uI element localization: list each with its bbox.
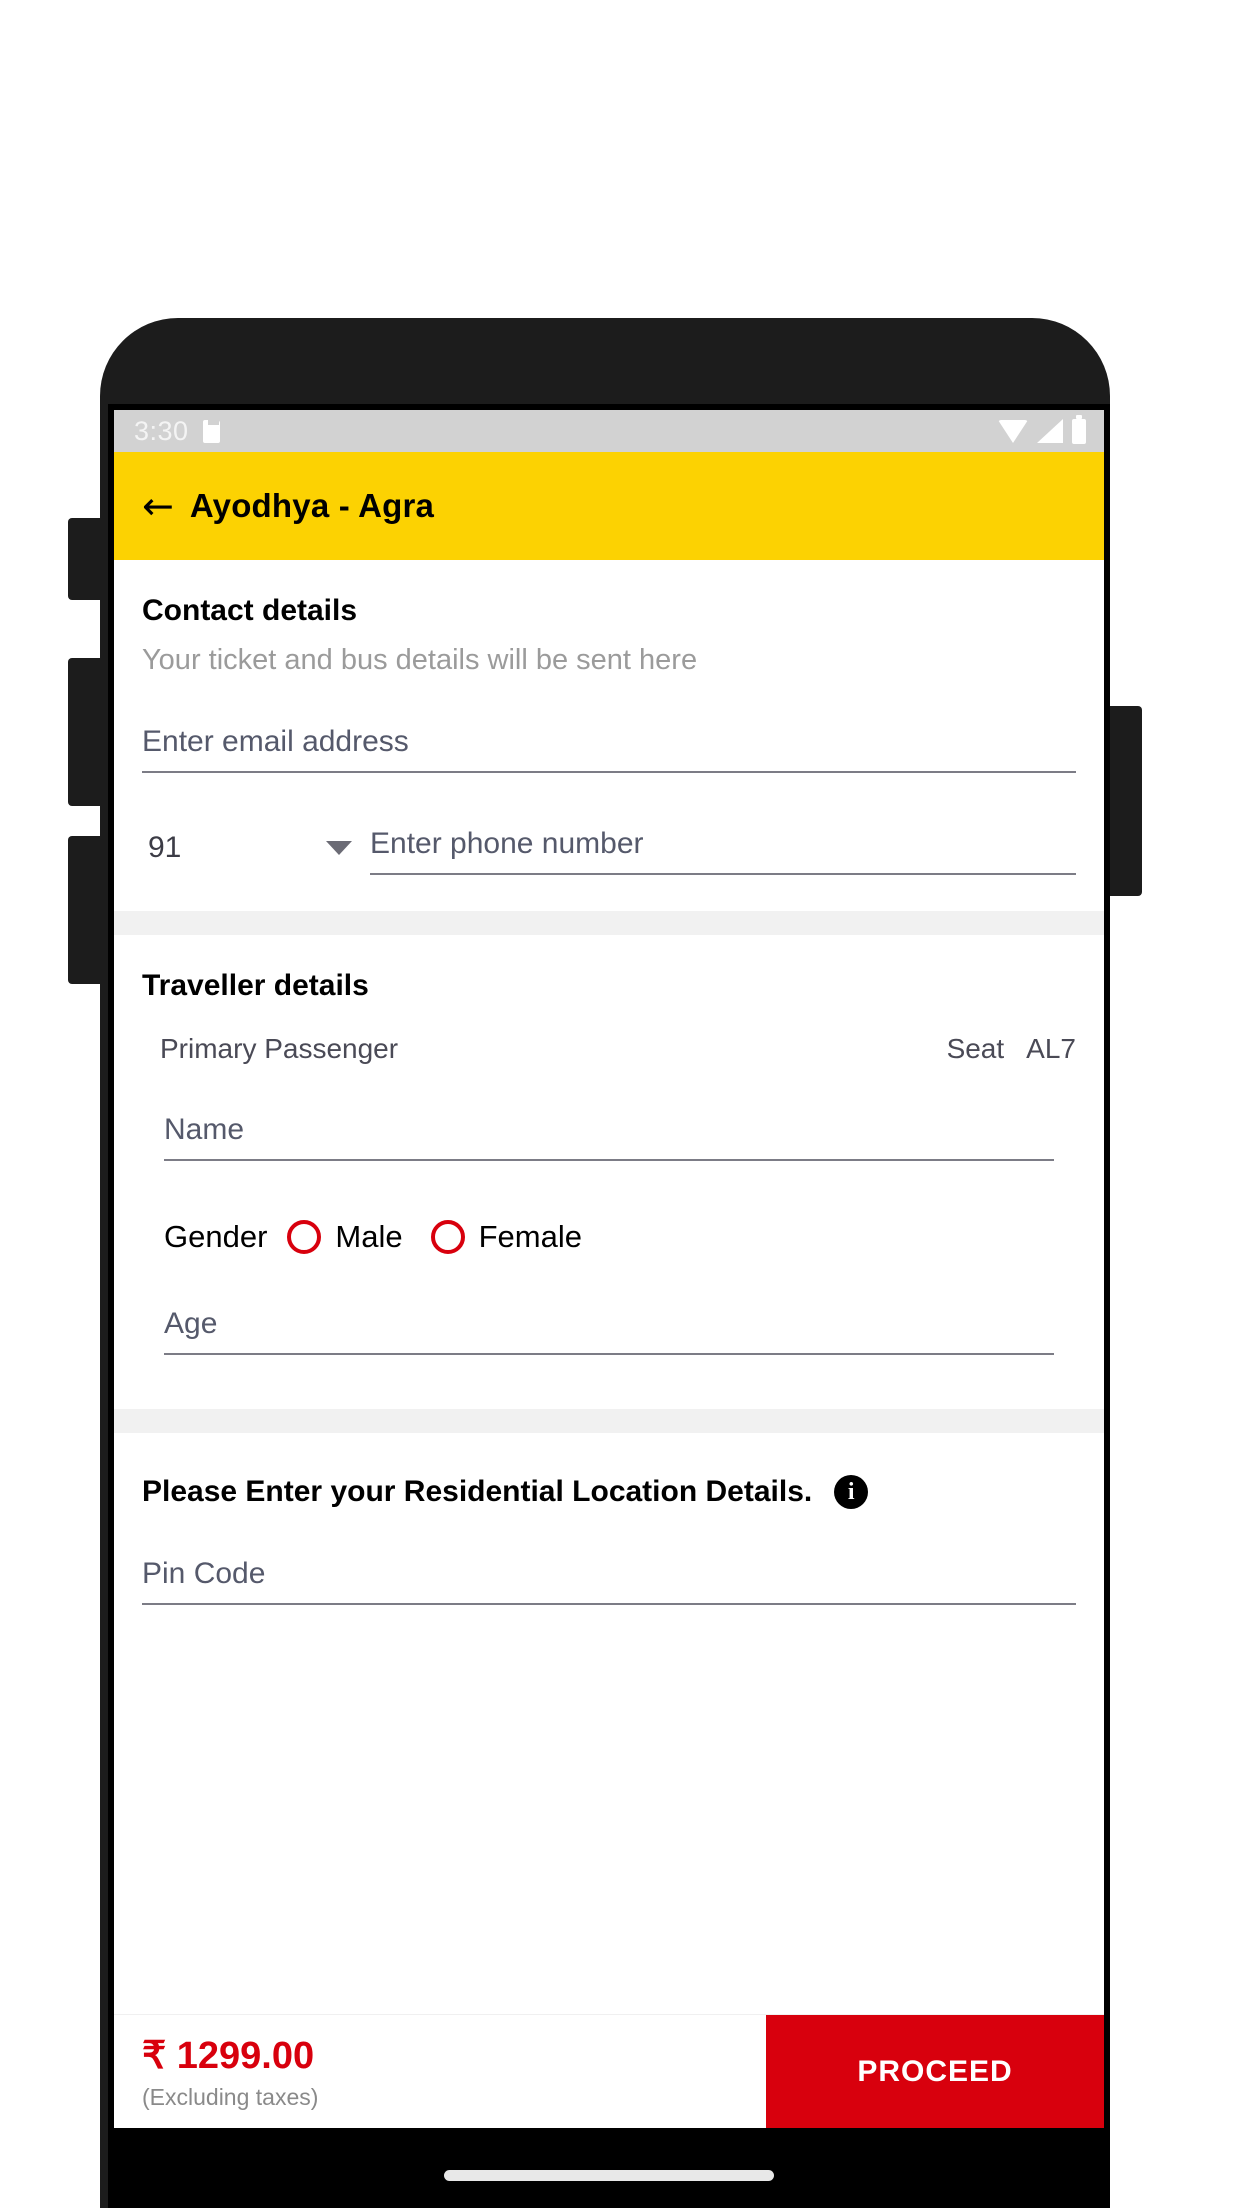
phone-number-field[interactable]: Enter phone number <box>370 827 1076 875</box>
form-content: Contact details Your ticket and bus deta… <box>114 560 1104 1745</box>
gender-row: Gender Male Female <box>142 1161 1076 1259</box>
gender-label: Gender <box>164 1219 268 1254</box>
name-field-underline <box>164 1159 1054 1161</box>
name-field-placeholder: Name <box>164 1113 245 1146</box>
contact-details-card: Contact details Your ticket and bus deta… <box>114 560 1104 911</box>
traveller-details-card: Traveller details Primary Passenger Seat… <box>114 935 1104 1409</box>
age-field-placeholder: Age <box>164 1307 218 1340</box>
email-field[interactable]: Enter email address <box>142 677 1076 773</box>
total-price: ₹ 1299.00 <box>142 2034 315 2077</box>
email-field-underline <box>142 771 1076 773</box>
wifi-icon <box>998 419 1028 443</box>
phone-row: 91 Enter phone number <box>142 773 1076 881</box>
phone-screen: 3:30 ← Ayodhya - Agra Contact details Yo… <box>114 410 1104 2208</box>
sd-card-icon <box>202 419 220 443</box>
contact-details-subtitle: Your ticket and bus details will be sent… <box>142 644 698 676</box>
age-field-underline <box>164 1353 1054 1355</box>
gender-option-male-label: Male <box>335 1219 403 1254</box>
signal-icon <box>1037 419 1063 443</box>
phone-mockup: 3:30 ← Ayodhya - Agra Contact details Yo… <box>68 318 1142 2208</box>
battery-icon <box>1072 414 1086 444</box>
gender-option-female-label: Female <box>478 1219 582 1254</box>
silent-switch-button[interactable] <box>68 518 102 600</box>
proceed-button[interactable]: PROCEED <box>766 2015 1104 2128</box>
residential-heading-row: Please Enter your Residential Location D… <box>142 1433 1076 1509</box>
volume-down-button[interactable] <box>68 836 102 984</box>
page-title: Ayodhya - Agra <box>189 487 435 524</box>
price-block: ₹ 1299.00 (Excluding taxes) <box>114 2015 766 2128</box>
back-arrow-icon[interactable]: ← <box>142 487 174 525</box>
phone-number-underline <box>370 873 1076 875</box>
status-bar-icons <box>998 414 1086 444</box>
system-navigation-bar <box>114 2128 1104 2208</box>
status-bar: 3:30 <box>114 410 1104 452</box>
pin-code-underline <box>142 1603 1076 1605</box>
seat-info: Seat AL7 <box>947 1033 1076 1065</box>
bottom-action-bar: ₹ 1299.00 (Excluding taxes) PROCEED <box>114 2015 1104 2128</box>
info-icon[interactable]: i <box>834 1475 869 1509</box>
gender-radio-female[interactable] <box>430 1220 465 1254</box>
country-code-dropdown[interactable]: 91 <box>142 831 370 875</box>
residential-heading: Please Enter your Residential Location D… <box>142 1475 813 1508</box>
gender-radio-male[interactable] <box>287 1220 322 1254</box>
pin-code-placeholder: Pin Code <box>142 1557 266 1590</box>
volume-up-button[interactable] <box>68 658 102 806</box>
chevron-down-icon <box>326 841 352 855</box>
pin-code-field[interactable]: Pin Code <box>142 1509 1076 1605</box>
app-bar: ← Ayodhya - Agra <box>114 452 1104 560</box>
phone-number-placeholder: Enter phone number <box>370 827 644 860</box>
age-field[interactable]: Age <box>164 1259 1054 1355</box>
contact-details-title: Contact details <box>142 594 358 627</box>
section-divider-2 <box>114 1409 1104 1433</box>
traveller-details-title: Traveller details <box>142 969 369 1002</box>
power-button[interactable] <box>1108 706 1142 896</box>
name-field[interactable]: Name <box>164 1065 1054 1161</box>
home-indicator[interactable] <box>444 2169 774 2181</box>
email-field-placeholder: Enter email address <box>142 725 409 758</box>
seat-number: AL7 <box>1026 1033 1076 1064</box>
country-code-value: 91 <box>148 831 182 864</box>
status-bar-clock: 3:30 <box>134 415 189 446</box>
passenger-row: Primary Passenger Seat AL7 <box>142 1003 1076 1065</box>
section-divider <box>114 911 1104 935</box>
price-note: (Excluding taxes) <box>142 2083 319 2110</box>
passenger-label: Primary Passenger <box>160 1033 399 1064</box>
residential-details-card: Please Enter your Residential Location D… <box>114 1433 1104 1745</box>
seat-label: Seat <box>946 1033 1005 1064</box>
